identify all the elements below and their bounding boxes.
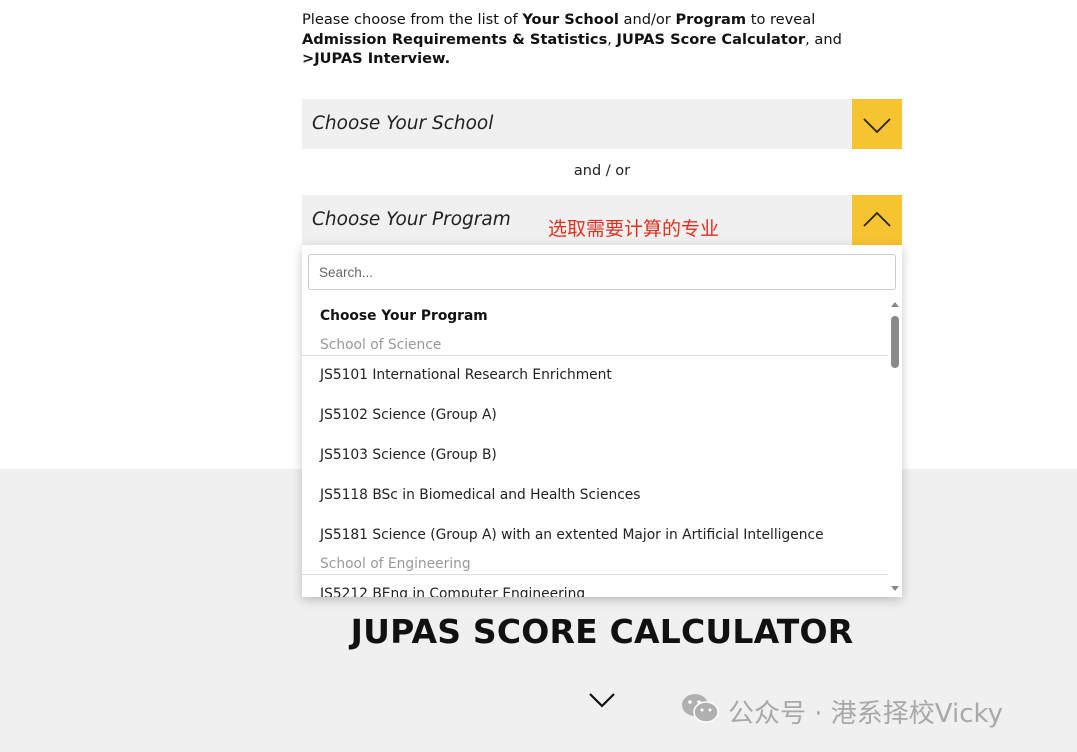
program-select-label: Choose Your Program <box>312 209 511 230</box>
expand-chevron-down-icon[interactable] <box>588 690 616 714</box>
intro-text: Please choose from the list of Your Scho… <box>302 11 842 67</box>
annotation-text: 选取需要计算的专业 <box>548 218 720 240</box>
list-item-placeholder[interactable]: Choose Your Program <box>320 308 488 324</box>
group-divider <box>302 574 888 575</box>
and-or-separator: and / or <box>573 163 631 179</box>
scroll-down-arrow-icon[interactable] <box>891 586 899 591</box>
dropdown-search-box[interactable] <box>308 254 896 290</box>
group-label-science: School of Science <box>320 337 442 353</box>
watermark: 公众号 · 港系择校Vicky <box>680 691 1003 731</box>
chevron-down-icon <box>852 99 902 149</box>
scrollbar-thumb[interactable] <box>891 316 899 368</box>
wechat-icon <box>680 691 720 732</box>
list-item[interactable]: JS5103 Science (Group B) <box>320 447 497 463</box>
group-label-engineering: School of Engineering <box>320 556 471 572</box>
program-dropdown: Choose Your Program School of Science JS… <box>302 245 902 597</box>
list-item[interactable]: JS5181 Science (Group A) with an extente… <box>320 527 824 543</box>
group-divider <box>302 355 888 356</box>
list-item[interactable]: JS5118 BSc in Biomedical and Health Scie… <box>320 487 640 503</box>
list-item[interactable]: JS5101 International Research Enrichment <box>320 367 612 383</box>
program-option-list: Choose Your Program School of Science JS… <box>302 301 888 597</box>
search-input[interactable] <box>309 255 895 289</box>
school-select-toggle-button[interactable] <box>852 99 902 149</box>
list-item[interactable]: JS5212 BEng in Computer Engineering <box>320 586 585 597</box>
dropdown-scrollbar[interactable] <box>888 301 902 597</box>
watermark-text: 公众号 · 港系择校Vicky <box>728 698 1004 729</box>
program-select-toggle-button[interactable] <box>852 195 902 245</box>
scroll-up-arrow-icon[interactable] <box>891 302 899 307</box>
calculator-heading: JUPAS SCORE CALCULATOR <box>350 612 854 651</box>
school-select-label: Choose Your School <box>312 113 494 134</box>
list-item[interactable]: JS5102 Science (Group A) <box>320 407 497 423</box>
chevron-up-icon <box>852 195 902 245</box>
school-select[interactable]: Choose Your School <box>302 99 902 149</box>
